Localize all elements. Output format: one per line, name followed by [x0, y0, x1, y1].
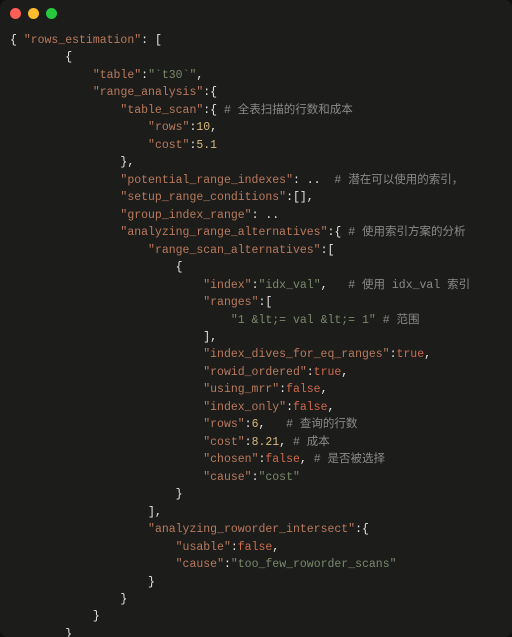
- code-window: { "rows_estimation": [ { "table":"`t30`"…: [0, 0, 512, 637]
- val-dots-2: ..: [265, 209, 279, 222]
- key-index-dives: index_dives_for_eq_ranges: [210, 348, 383, 361]
- key-table-scan: table_scan: [127, 104, 196, 117]
- key-group-index-range: group_index_range: [127, 209, 244, 222]
- val-false-1: false: [286, 383, 321, 396]
- val-cost-51: 5.1: [196, 139, 217, 152]
- key-table: table: [100, 69, 135, 82]
- key-potential-range-indexes: potential_range_indexes: [127, 174, 286, 187]
- val-false-4: false: [238, 541, 273, 554]
- val-index: idx_val: [265, 279, 313, 292]
- key-index: index: [210, 279, 245, 292]
- key-cause: cause: [210, 471, 245, 484]
- key-range-analysis: range_analysis: [100, 86, 197, 99]
- key-using-mrr: using_mrr: [210, 383, 272, 396]
- val-dots-1: ..: [307, 174, 321, 187]
- key-analyzing-roworder-intersect: analyzing_roworder_intersect: [155, 523, 348, 536]
- key-index-only: index_only: [210, 401, 279, 414]
- comment-cost821: # 成本: [293, 436, 330, 449]
- comment-range: # 范围: [383, 314, 420, 327]
- key-analyzing-range-alternatives: analyzing_range_alternatives: [127, 226, 320, 239]
- comment-use-idx-val: # 使用 idx_val 索引: [348, 279, 470, 292]
- comment-chosen: # 是否被选择: [314, 453, 385, 466]
- key-rowid-ordered: rowid_ordered: [210, 366, 300, 379]
- val-table: `t30`: [155, 69, 190, 82]
- comment-potential: # 潜在可以使用的索引，: [334, 174, 463, 187]
- zoom-icon[interactable]: [46, 8, 57, 19]
- minimize-icon[interactable]: [28, 8, 39, 19]
- key-ranges: ranges: [210, 296, 251, 309]
- val-cause-cost: cost: [265, 471, 293, 484]
- val-rows-10: 10: [196, 121, 210, 134]
- key-rows-estimation: rows_estimation: [31, 34, 135, 47]
- key-range-scan-alternatives: range_scan_alternatives: [155, 244, 314, 257]
- key-cause-2: cause: [183, 558, 218, 571]
- code-block: { "rows_estimation": [ { "table":"`t30`"…: [0, 26, 512, 637]
- close-icon[interactable]: [10, 8, 21, 19]
- val-range-expr: 1 &lt;= val &lt;= 1: [238, 314, 369, 327]
- key-chosen: chosen: [210, 453, 251, 466]
- val-false-3: false: [265, 453, 300, 466]
- key-cost: cost: [155, 139, 183, 152]
- comment-table-scan: # 全表扫描的行数和成本: [224, 104, 353, 117]
- key-usable: usable: [183, 541, 224, 554]
- val-true-1: true: [396, 348, 424, 361]
- val-cause-too-few: too_few_roworder_scans: [238, 558, 390, 571]
- comment-rows6: # 查询的行数: [286, 418, 357, 431]
- val-cost-821: 8.21: [252, 436, 280, 449]
- key-cost-2: cost: [210, 436, 238, 449]
- val-true-2: true: [314, 366, 342, 379]
- key-rows: rows: [155, 121, 183, 134]
- val-false-2: false: [293, 401, 328, 414]
- key-rows-2: rows: [210, 418, 238, 431]
- comment-analyzing-range: # 使用索引方案的分析: [348, 226, 465, 239]
- key-setup-range-conditions: setup_range_conditions: [127, 191, 279, 204]
- window-titlebar: [0, 0, 512, 26]
